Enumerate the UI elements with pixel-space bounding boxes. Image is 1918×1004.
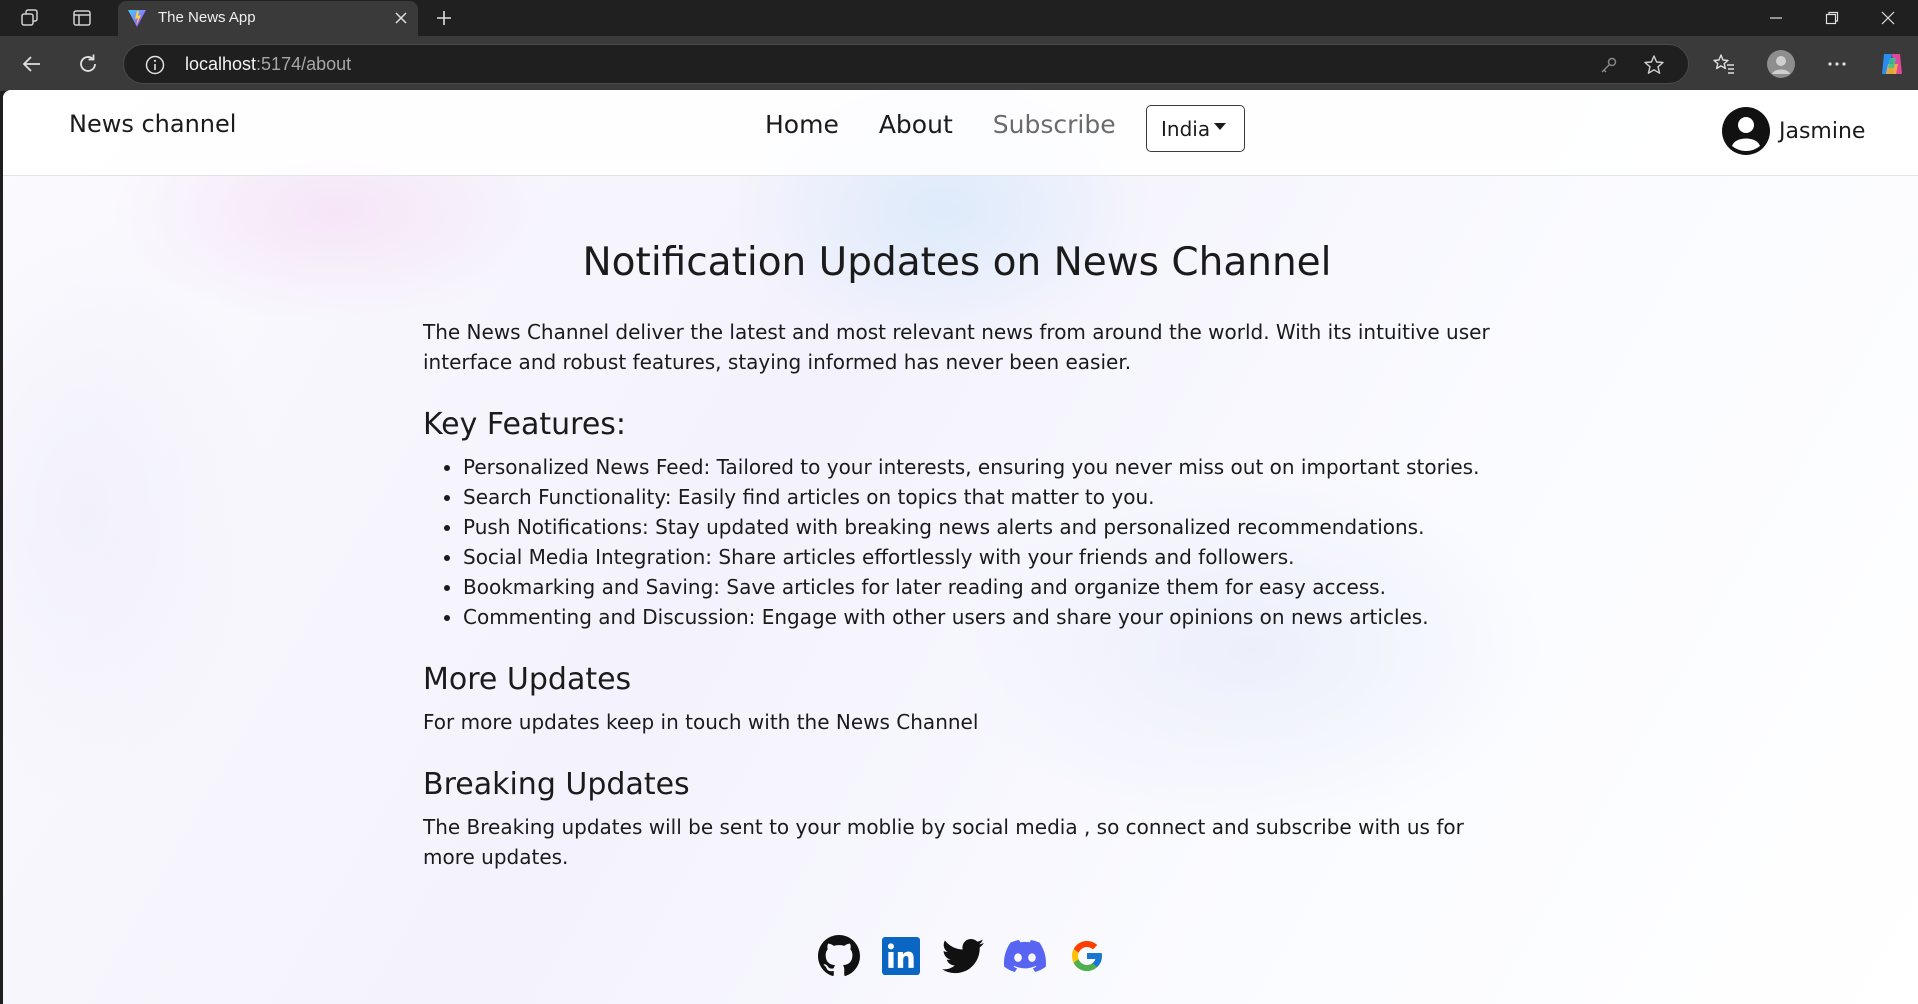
country-dropdown[interactable]: India — [1146, 105, 1245, 152]
feature-item: Personalized News Feed: Tailored to your… — [463, 452, 1503, 482]
workspaces-icon[interactable] — [16, 5, 44, 31]
user-menu[interactable]: Jasmine — [1721, 106, 1865, 156]
caret-down-icon — [1214, 123, 1227, 130]
breaking-updates-text: The Breaking updates will be sent to you… — [423, 815, 1464, 869]
feature-item: Search Functionality: Easily find articl… — [463, 482, 1503, 512]
more-options-icon[interactable] — [1821, 48, 1853, 80]
intro-paragraph: The News Channel deliver the latest and … — [423, 320, 1490, 374]
key-icon[interactable] — [1597, 53, 1621, 77]
google-icon[interactable] — [1066, 935, 1108, 977]
features-heading: Key Features: — [423, 407, 627, 442]
url-path: :5174/about — [256, 54, 352, 74]
site-info-icon[interactable] — [144, 54, 166, 76]
page-title: Notification Updates on News Channel — [582, 240, 1332, 285]
close-tab-icon[interactable] — [390, 7, 412, 29]
breaking-updates-heading: Breaking Updates — [423, 767, 690, 802]
address-bar[interactable]: localhost:5174/about — [123, 44, 1689, 84]
restore-icon[interactable] — [1806, 2, 1858, 34]
browser-toolbar: localhost:5174/about — [0, 36, 1918, 91]
back-icon[interactable] — [16, 48, 48, 80]
feature-item: Commenting and Discussion: Engage with o… — [463, 602, 1503, 632]
minimize-icon[interactable] — [1750, 2, 1802, 34]
more-updates-text: For more updates keep in touch with the … — [423, 710, 979, 734]
social-links — [818, 935, 1108, 977]
nav-links: Home About Subscribe — [765, 110, 1116, 139]
browser-tab-active[interactable]: The News App — [118, 1, 418, 36]
tab-title: The News App — [158, 9, 256, 26]
vite-favicon-icon — [126, 7, 148, 29]
country-selected: India — [1161, 116, 1211, 141]
linkedin-icon[interactable] — [880, 935, 922, 977]
favorite-star-icon[interactable] — [1642, 53, 1666, 77]
nav-subscribe-link[interactable]: Subscribe — [993, 110, 1116, 139]
user-avatar-icon — [1722, 107, 1770, 155]
features-list: Personalized News Feed: Tailored to your… — [423, 452, 1503, 632]
feature-item: Push Notifications: Stay updated with br… — [463, 512, 1503, 542]
more-updates-heading: More Updates — [423, 662, 632, 697]
github-icon[interactable] — [818, 935, 860, 977]
close-window-icon[interactable] — [1862, 2, 1914, 34]
url-text: localhost:5174/about — [185, 54, 351, 75]
nav-about-link[interactable]: About — [879, 110, 953, 139]
url-host: localhost — [185, 54, 257, 74]
discord-icon[interactable] — [1004, 935, 1046, 977]
nav-home-link[interactable]: Home — [765, 110, 839, 139]
user-name: Jasmine — [1779, 118, 1866, 144]
tab-actions-icon[interactable] — [68, 5, 96, 31]
site-navbar: News channel Home About Subscribe India … — [3, 90, 1918, 176]
feature-item: Social Media Integration: Share articles… — [463, 542, 1503, 572]
new-tab-icon[interactable] — [430, 5, 458, 31]
profile-avatar-icon[interactable] — [1765, 48, 1797, 80]
feature-item: Bookmarking and Saving: Save articles fo… — [463, 572, 1503, 602]
page-viewport: News channel Home About Subscribe India … — [3, 90, 1918, 1004]
copilot-icon[interactable] — [1876, 48, 1908, 80]
about-content: Notification Updates on News Channel The… — [423, 240, 1503, 872]
reload-icon[interactable] — [72, 48, 104, 80]
twitter-icon[interactable] — [942, 935, 984, 977]
browser-tabbar: The News App — [0, 0, 1918, 36]
favorites-icon[interactable] — [1708, 48, 1740, 80]
brand-logo-text[interactable]: News channel — [69, 110, 236, 138]
